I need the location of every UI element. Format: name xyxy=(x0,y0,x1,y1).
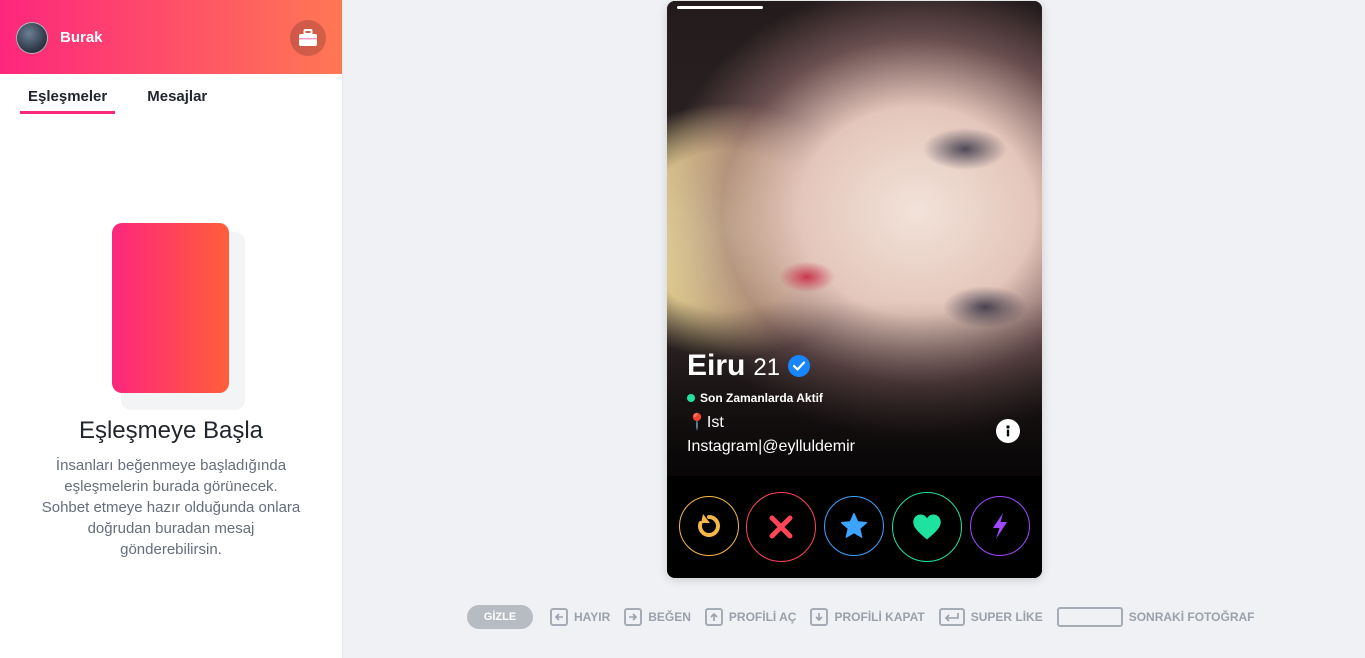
arrow-up-key-icon xyxy=(704,608,723,626)
shortcut-super-like: SUPER LİKE xyxy=(938,608,1043,626)
activity-status: Son Zamanlarda Aktif xyxy=(700,391,823,405)
empty-state-card xyxy=(112,223,229,393)
profile-photo[interactable]: Eiru 21 Son Zamanlarda Aktif 📍Ist Instag… xyxy=(667,1,1042,476)
profile-age: 21 xyxy=(753,354,781,381)
tab-matches[interactable]: Eşleşmeler xyxy=(20,88,116,114)
nope-button[interactable] xyxy=(746,492,816,562)
empty-state-description: İnsanları beğenmeye başladığında eşleşme… xyxy=(41,457,301,558)
sidebar-header: Burak xyxy=(0,0,342,74)
info-button[interactable] xyxy=(996,419,1020,443)
info-icon xyxy=(1006,425,1010,437)
username[interactable]: Burak xyxy=(60,29,103,46)
profile-bio: 📍Ist Instagram|@eylluldemir xyxy=(687,411,855,459)
shortcut-next-photo: SONRAKİ FOTOĞRAF xyxy=(1056,607,1255,627)
sidebar-tabs: Eşleşmeler Mesajlar xyxy=(20,88,215,114)
shortcut-label: PROFİLİ AÇ xyxy=(728,610,797,624)
profile-card[interactable]: Eiru 21 Son Zamanlarda Aktif 📍Ist Instag… xyxy=(667,1,1042,578)
action-bar xyxy=(667,476,1042,578)
photo-progress-bar xyxy=(677,6,763,9)
rewind-icon xyxy=(698,514,720,537)
profile-name: Eiru xyxy=(687,349,746,382)
heart-icon xyxy=(913,514,941,540)
shortcut-label: SUPER LİKE xyxy=(970,610,1043,624)
rewind-button[interactable] xyxy=(679,496,739,556)
shortcut-label: SONRAKİ FOTOĞRAF xyxy=(1128,610,1255,624)
profile-info: Eiru 21 Son Zamanlarda Aktif 📍Ist Instag… xyxy=(687,349,855,459)
lightning-icon xyxy=(993,513,1007,539)
arrow-left-key-icon xyxy=(550,608,568,626)
hide-shortcuts-button[interactable]: GİZLE xyxy=(467,605,533,629)
like-button[interactable] xyxy=(892,492,962,562)
work-mode-button[interactable] xyxy=(290,20,326,56)
super-like-button[interactable] xyxy=(824,496,884,556)
briefcase-icon xyxy=(299,29,317,46)
arrow-down-key-icon xyxy=(810,608,829,626)
empty-state-title: Eşleşmeye Başla xyxy=(78,417,264,444)
verified-badge-icon xyxy=(788,355,811,377)
shortcut-close-profile: PROFİLİ KAPAT xyxy=(810,608,925,626)
tab-messages[interactable]: Mesajlar xyxy=(139,88,215,114)
x-icon xyxy=(769,515,793,539)
arrow-right-key-icon xyxy=(624,608,643,626)
shortcut-open-profile: PROFİLİ AÇ xyxy=(704,608,797,626)
shortcut-like: BEĞEN xyxy=(624,608,691,626)
shortcut-nope: HAYIR xyxy=(550,608,610,626)
sidebar: Burak Eşleşmeler Mesajlar Eşleşmeye Başl… xyxy=(0,0,343,658)
shortcut-label: PROFİLİ KAPAT xyxy=(834,610,925,624)
enter-key-icon xyxy=(938,608,965,626)
shortcut-label: HAYIR xyxy=(574,610,611,624)
shortcut-label: BEĞEN xyxy=(648,610,691,624)
online-dot-icon xyxy=(687,394,695,402)
bio-location: 📍Ist xyxy=(687,414,724,431)
space-key-icon xyxy=(1056,607,1123,627)
keyboard-shortcuts: GİZLE HAYIR BEĞEN PROFİLİ AÇ PROFİLİ KAP… xyxy=(467,605,1269,629)
star-icon xyxy=(840,512,868,538)
avatar[interactable] xyxy=(16,22,48,54)
bio-instagram: Instagram|@eylluldemir xyxy=(687,438,856,455)
boost-button[interactable] xyxy=(970,496,1030,556)
